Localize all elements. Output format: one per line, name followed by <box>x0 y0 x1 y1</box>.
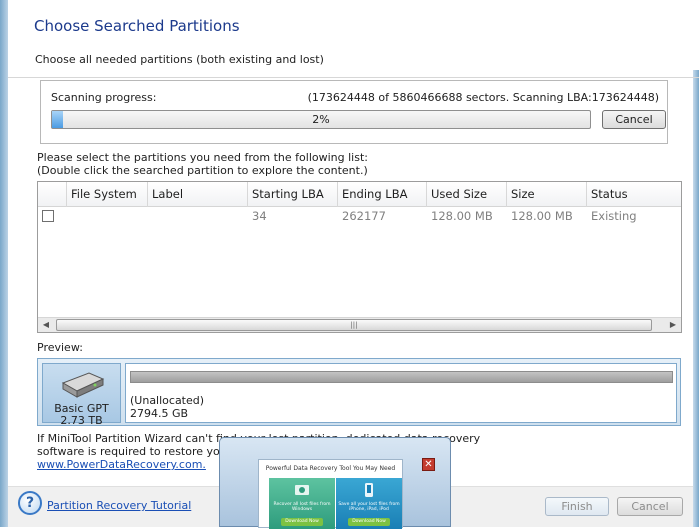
window-border-left <box>0 0 8 527</box>
promo-content: Powerful Data Recovery Tool You May Need… <box>258 459 403 529</box>
partition-recovery-tutorial-link[interactable]: Partition Recovery Tutorial <box>47 499 191 512</box>
disk-tile[interactable]: Basic GPT 2.73 TB <box>42 363 121 427</box>
window-border-right <box>693 70 699 527</box>
instruction-line-1: Please select the partitions you need fr… <box>37 151 368 164</box>
promo-text-iphone: Save all your lost files from iPhone, iP… <box>338 502 400 512</box>
promo-popup: ✕ Powerful Data Recovery Tool You May Ne… <box>219 437 451 529</box>
scan-progress-bar: 2% <box>51 110 591 129</box>
promo-text-windows: Recover all lost files from Windows <box>273 502 331 512</box>
partition-list-header: File System Label Starting LBA Ending LB… <box>38 182 681 207</box>
scan-label: Scanning progress: <box>51 91 157 104</box>
column-status[interactable]: Status <box>587 182 681 207</box>
partition-tile[interactable]: (Unallocated) 2794.5 GB <box>125 363 677 423</box>
dialog-title: Choose Searched Partitions <box>34 17 240 35</box>
data-recovery-icon <box>295 485 309 495</box>
instruction-line-2: (Double click the searched partition to … <box>37 164 368 177</box>
help-icon[interactable]: ? <box>18 491 42 515</box>
scan-panel: Scanning progress: (173624448 of 5860466… <box>40 80 668 144</box>
phone-recovery-icon <box>365 483 373 497</box>
scroll-left-icon[interactable]: ◀ <box>38 318 54 332</box>
download-now-button[interactable]: Download Now <box>348 518 390 526</box>
dialog-window: Choose Searched Partitions Choose all ne… <box>0 0 699 529</box>
progress-percent-text: 2% <box>312 113 330 126</box>
cell-used-size: 128.00 MB <box>431 209 493 223</box>
cell-starting-lba: 34 <box>252 209 267 223</box>
partition-list: File System Label Starting LBA Ending LB… <box>37 181 682 333</box>
cell-ending-lba: 262177 <box>342 209 386 223</box>
column-file-system[interactable]: File System <box>67 182 148 207</box>
power-data-recovery-link[interactable]: www.PowerDataRecovery.com. <box>37 458 206 471</box>
column-size[interactable]: Size <box>507 182 587 207</box>
disk-size: 2.73 TB <box>60 414 103 427</box>
cancel-scan-button[interactable]: Cancel <box>602 110 666 129</box>
partition-name: (Unallocated) <box>130 394 205 407</box>
column-starting-lba[interactable]: Starting LBA <box>248 182 338 207</box>
close-icon[interactable]: ✕ <box>422 458 435 471</box>
column-used-size[interactable]: Used Size <box>427 182 507 207</box>
dialog-subtitle: Choose all needed partitions (both exist… <box>35 53 324 66</box>
finish-button[interactable]: Finish <box>545 497 609 516</box>
recovery-note-line-2: software is required to restore your d <box>37 445 242 458</box>
column-label[interactable]: Label <box>148 182 248 207</box>
download-now-button[interactable]: Download Now <box>281 518 323 526</box>
cancel-button[interactable]: Cancel <box>617 497 683 516</box>
cell-size: 128.00 MB <box>511 209 573 223</box>
scrollbar-thumb[interactable]: ||| <box>56 319 652 331</box>
scroll-right-icon[interactable]: ▶ <box>665 318 681 332</box>
promo-card-windows[interactable]: Recover all lost files from Windows Down… <box>269 478 335 529</box>
cell-status: Existing <box>591 209 637 223</box>
promo-title: Powerful Data Recovery Tool You May Need <box>265 465 396 472</box>
partition-usage-bar <box>130 371 673 383</box>
partition-size: 2794.5 GB <box>130 407 189 420</box>
table-row[interactable]: 34 262177 128.00 MB 128.00 MB Existing <box>38 207 681 225</box>
header-checkbox-column[interactable] <box>38 182 67 207</box>
header-divider <box>8 77 699 78</box>
preview-label: Preview: <box>37 341 83 354</box>
column-ending-lba[interactable]: Ending LBA <box>338 182 427 207</box>
horizontal-scrollbar[interactable]: ◀ ||| ▶ <box>38 317 681 332</box>
hard-disk-icon <box>61 372 105 398</box>
promo-card-iphone[interactable]: Save all your lost files from iPhone, iP… <box>336 478 402 529</box>
row-checkbox[interactable] <box>42 210 54 222</box>
disk-map: Basic GPT 2.73 TB (Unallocated) 2794.5 G… <box>37 358 681 427</box>
scan-info: (173624448 of 5860466688 sectors. Scanni… <box>307 91 659 104</box>
